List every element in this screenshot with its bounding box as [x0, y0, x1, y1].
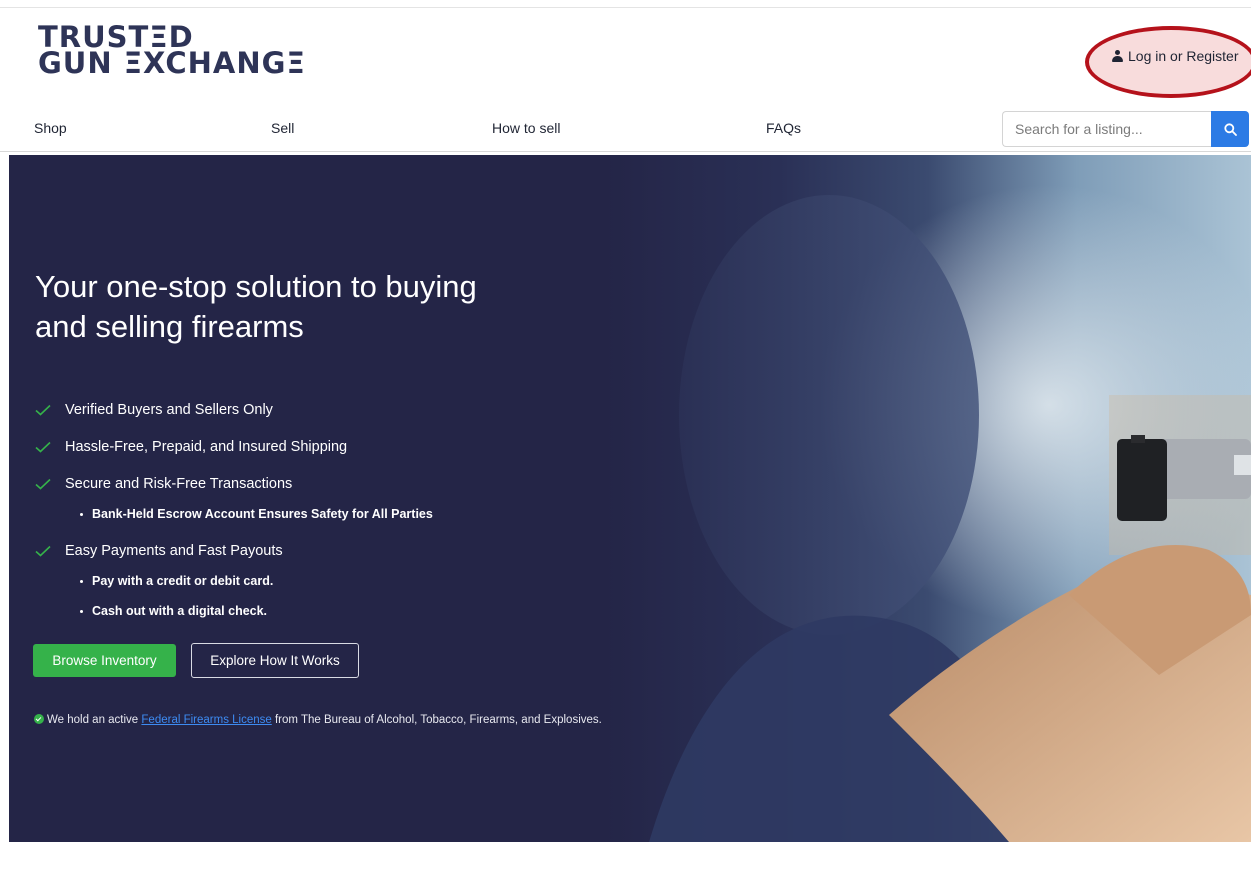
check-icon — [35, 404, 51, 416]
hero-title-line-2: and selling firearms — [35, 309, 304, 344]
hero-title: Your one-stop solution to buying and sel… — [35, 267, 635, 347]
feature-list: Verified Buyers and Sellers Only Hassle-… — [35, 400, 433, 638]
check-icon — [35, 478, 51, 490]
feature-subitem: Cash out with a digital check. — [80, 602, 433, 620]
hero-title-line-1: Your one-stop solution to buying — [35, 269, 477, 304]
feature-text: Secure and Risk-Free Transactions — [65, 476, 293, 492]
license-prefix: We hold an active — [47, 714, 142, 726]
nav-sell[interactable]: Sell — [271, 120, 294, 136]
logo-line-2: GUN ΞXCHANGΞ — [38, 46, 306, 80]
nav-faqs[interactable]: FAQs — [766, 120, 801, 136]
feature-subitem-text: Cash out with a digital check. — [92, 604, 268, 618]
feature-text: Hassle-Free, Prepaid, and Insured Shippi… — [65, 439, 348, 455]
user-icon — [1112, 50, 1123, 62]
feature-item: Easy Payments and Fast Payouts — [35, 541, 433, 561]
license-notice: We hold an active Federal Firearms Licen… — [34, 712, 674, 728]
feature-text: Easy Payments and Fast Payouts — [65, 543, 283, 559]
hero-banner: Your one-stop solution to buying and sel… — [9, 155, 1251, 842]
feature-subitem: Bank-Held Escrow Account Ensures Safety … — [80, 505, 433, 523]
feature-item: Hassle-Free, Prepaid, and Insured Shippi… — [35, 437, 433, 457]
feature-text: Verified Buyers and Sellers Only — [65, 402, 273, 418]
search-icon — [1223, 122, 1237, 136]
explore-how-it-works-button[interactable]: Explore How It Works — [191, 643, 359, 678]
search-input[interactable] — [1002, 111, 1211, 147]
ffl-link[interactable]: Federal Firearms License — [141, 714, 271, 726]
check-icon — [35, 545, 51, 557]
feature-item: Secure and Risk-Free Transactions — [35, 474, 433, 494]
feature-subitem: Pay with a credit or debit card. — [80, 572, 433, 590]
nav-how-to-sell[interactable]: How to sell — [492, 120, 560, 136]
nav-shop[interactable]: Shop — [34, 120, 67, 136]
bullet-dot — [80, 512, 83, 516]
verified-badge-icon — [34, 714, 44, 724]
license-suffix: from The Bureau of Alcohol, Tobacco, Fir… — [271, 714, 602, 726]
main-nav: Shop Sell How to sell FAQs — [0, 108, 1251, 152]
site-logo[interactable]: TRUSTΞD GUN ΞXCHANGΞ — [38, 23, 308, 84]
feature-subitem-text: Pay with a credit or debit card. — [92, 574, 274, 588]
login-register-label: Log in or Register — [1128, 48, 1239, 64]
login-highlight: Log in or Register — [1085, 26, 1251, 98]
feature-item: Verified Buyers and Sellers Only — [35, 400, 433, 420]
bullet-dot — [80, 609, 83, 613]
feature-subitem-text: Bank-Held Escrow Account Ensures Safety … — [92, 507, 433, 521]
search-button[interactable] — [1211, 111, 1249, 147]
browse-inventory-button[interactable]: Browse Inventory — [33, 644, 176, 677]
login-register-link[interactable]: Log in or Register — [1112, 48, 1239, 64]
search-bar — [1002, 111, 1249, 147]
top-divider — [0, 7, 1251, 8]
bullet-dot — [80, 579, 83, 583]
check-icon — [35, 441, 51, 453]
